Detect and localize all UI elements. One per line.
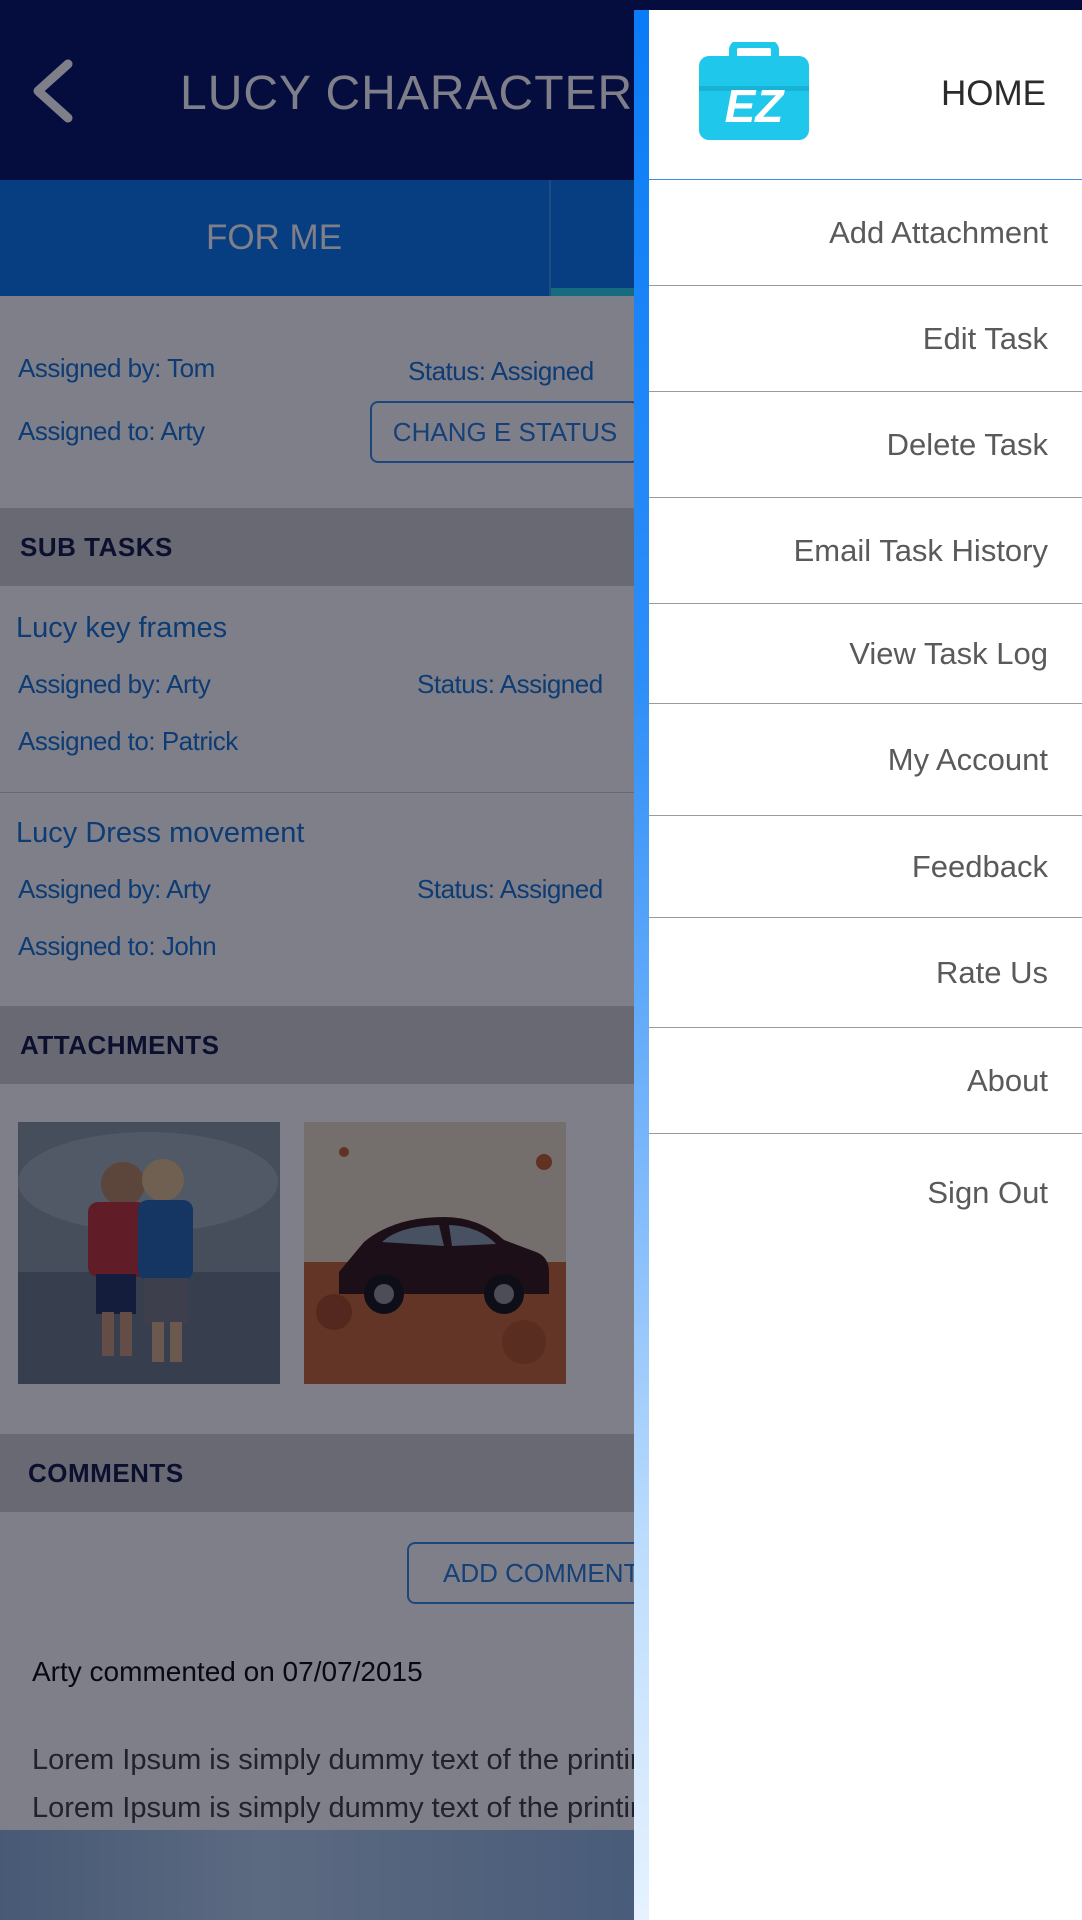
menu-item-add-attachment[interactable]: Add Attachment	[649, 180, 1082, 286]
drawer-header: EZ HOME	[649, 10, 1082, 180]
menu-item-view-task-log[interactable]: View Task Log	[649, 604, 1082, 704]
menu-item-rate-us[interactable]: Rate Us	[649, 918, 1082, 1028]
menu-item-sign-out[interactable]: Sign Out	[649, 1134, 1082, 1252]
menu-item-about[interactable]: About	[649, 1028, 1082, 1134]
drawer-home-link[interactable]: HOME	[941, 74, 1046, 114]
logo-text: EZ	[725, 80, 786, 132]
menu-item-edit-task[interactable]: Edit Task	[649, 286, 1082, 392]
menu-item-email-task-history[interactable]: Email Task History	[649, 498, 1082, 604]
ez-briefcase-logo-icon[interactable]: EZ	[697, 42, 811, 142]
drawer-edge	[634, 10, 649, 1920]
menu-item-delete-task[interactable]: Delete Task	[649, 392, 1082, 498]
navigation-drawer: EZ HOME Add Attachment Edit Task Delete …	[634, 10, 1082, 1920]
menu-item-my-account[interactable]: My Account	[649, 704, 1082, 816]
menu-item-feedback[interactable]: Feedback	[649, 816, 1082, 918]
